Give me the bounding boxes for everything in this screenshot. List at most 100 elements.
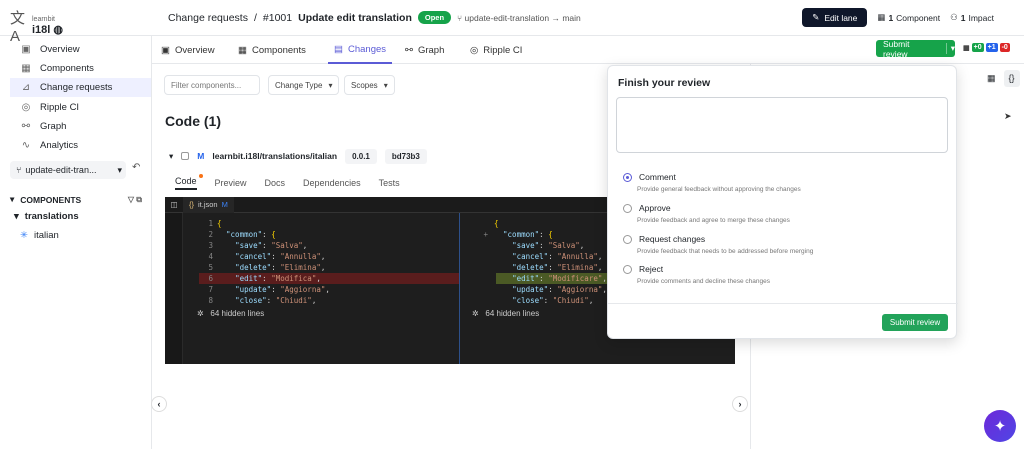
- review-comment-textarea[interactable]: [616, 97, 948, 153]
- tab-changes[interactable]: ▤ Changes: [328, 36, 393, 64]
- breadcrumb-sep: /: [253, 11, 257, 24]
- status-badge: Open: [417, 11, 452, 24]
- code-line: "update": "Aggiorna",: [235, 285, 330, 294]
- submit-review-dropdown[interactable]: Submit review ▾: [876, 39, 955, 59]
- subtab-dependencies[interactable]: Dependencies: [303, 178, 361, 188]
- line-number: 4: [208, 252, 213, 261]
- file-tab[interactable]: {} it.json M: [183, 197, 234, 213]
- sidebar-item-ripple-ci[interactable]: ◎ Ripple CI: [10, 98, 151, 117]
- changes-icon: ▤: [334, 43, 343, 55]
- chevron-down-icon: ▾: [14, 211, 19, 222]
- grid-view-icon[interactable]: ▦: [982, 70, 1001, 87]
- radio-approve[interactable]: [623, 203, 632, 213]
- component-icon: ✳: [20, 230, 28, 241]
- diff-added: +1: [985, 43, 998, 52]
- chevron-left-icon: ‹: [157, 399, 161, 409]
- top-bar: 文A learnbit i18l ◍ Change requests / #10…: [0, 0, 1024, 45]
- components-stat[interactable]: ▦ 1 Component: [877, 12, 940, 23]
- chevron-right-icon: ›: [738, 399, 742, 409]
- code-line: {: [217, 219, 222, 228]
- components-icon: ▦: [877, 12, 886, 22]
- line-number: 5: [208, 263, 213, 272]
- option-desc: Provide general feedback without approvi…: [637, 186, 801, 193]
- tab-overview[interactable]: ▣ Overview: [161, 36, 215, 64]
- review-option-approve[interactable]: Approve: [623, 203, 671, 213]
- overview-icon: ▣: [161, 44, 170, 56]
- sidebar-toggle-icon[interactable]: ◫: [165, 200, 183, 209]
- code-line: "update": "Aggiorna",: [512, 285, 607, 294]
- code-line-removed: "edit": "Modifica",: [235, 274, 321, 283]
- diff-files: +0: [971, 43, 984, 52]
- code-line: "common": {: [226, 230, 276, 239]
- sidebar-item-overview[interactable]: ▣ Overview: [10, 40, 151, 59]
- code-line: "save": "Salva",: [512, 241, 585, 250]
- editor-sidebar: [165, 213, 183, 364]
- chevron-down-icon: ▾: [945, 43, 955, 54]
- ai-assistant-button[interactable]: ✦: [984, 410, 1016, 442]
- tab-ripple-ci[interactable]: ◎ Ripple CI: [470, 36, 522, 64]
- sidebar-item-analytics[interactable]: ∿ Analytics: [10, 136, 151, 155]
- graph-icon: ⚯: [21, 121, 31, 132]
- lane-selector[interactable]: ⑂ update-edit-tran... ▾: [10, 161, 126, 179]
- code-line: {: [494, 219, 499, 228]
- review-option-reject[interactable]: Reject: [623, 264, 663, 274]
- review-option-comment[interactable]: Comment: [623, 172, 676, 182]
- submit-review-button[interactable]: Submit review: [882, 314, 948, 331]
- line-number: 7: [208, 285, 213, 294]
- tab-graph[interactable]: ⚯ Graph: [405, 36, 444, 64]
- undo-icon[interactable]: ↶: [132, 162, 140, 173]
- edit-lane-button[interactable]: ✎ Edit lane: [802, 8, 868, 27]
- scroll-left-button[interactable]: ‹: [151, 396, 167, 412]
- code-line: "cancel": "Annulla",: [235, 252, 326, 261]
- analytics-icon: ∿: [21, 140, 31, 151]
- radio-reject[interactable]: [623, 264, 632, 274]
- breadcrumb-root[interactable]: Change requests: [168, 12, 248, 24]
- chevron-down-icon: ▾: [117, 164, 122, 175]
- chevron-down-icon[interactable]: ▾: [165, 151, 173, 162]
- component-path[interactable]: learnbit.i18l/translations/italian: [212, 151, 337, 161]
- radio-request-changes[interactable]: [623, 234, 632, 244]
- subtab-code[interactable]: Code: [175, 174, 203, 190]
- app-name: i18l ◍: [32, 24, 64, 36]
- filter-components-input[interactable]: Filter components...: [164, 75, 260, 95]
- impact-stat[interactable]: ⚇ 1 Impact: [950, 12, 994, 23]
- line-number: 3: [208, 241, 213, 250]
- components-section-header[interactable]: ▾ COMPONENTS ▽ ⧉: [10, 194, 150, 205]
- code-view-icon[interactable]: {}: [1003, 70, 1020, 87]
- hidden-lines-expander[interactable]: ✲ 64 hidden lines: [197, 309, 264, 318]
- globe-icon: ◍: [53, 24, 64, 36]
- version-pill: 0.0.1: [345, 148, 377, 164]
- line-number: 6: [208, 274, 213, 283]
- ripple-icon: ◎: [21, 102, 31, 113]
- radio-comment[interactable]: [623, 172, 632, 182]
- overview-icon: ▣: [21, 44, 31, 55]
- sidebar-item-graph[interactable]: ⚯ Graph: [10, 117, 151, 136]
- tree-group[interactable]: ▾ translations: [14, 211, 79, 222]
- review-option-request-changes[interactable]: Request changes: [623, 234, 705, 244]
- component-checkbox[interactable]: [181, 152, 190, 160]
- tab-components[interactable]: ▦ Components: [238, 36, 306, 64]
- line-number: 8: [208, 296, 213, 305]
- scroll-right-button[interactable]: ›: [732, 396, 748, 412]
- code-line: "delete": "Elimina",: [235, 263, 326, 272]
- sidebar-item-change-requests[interactable]: ⊿ Change requests: [10, 78, 151, 97]
- line-number: 1: [208, 219, 213, 228]
- code-title: Code (1): [165, 113, 221, 129]
- components-icon: ▦: [238, 44, 247, 56]
- diff-icon: ▦: [963, 44, 970, 52]
- option-desc: Provide feedback that needs to be addres…: [637, 248, 814, 255]
- send-icon[interactable]: ➤: [1004, 111, 1012, 122]
- hidden-lines-expander[interactable]: ✲ 64 hidden lines: [472, 309, 539, 318]
- edit-icon: ✎: [812, 12, 820, 22]
- chevron-down-icon: ▾: [10, 194, 15, 204]
- change-type-select[interactable]: Change Type ▾: [268, 75, 340, 95]
- tree-item[interactable]: ✳ italian: [20, 230, 59, 241]
- code-line: "close": "Chiudi",: [512, 296, 594, 305]
- subtab-preview[interactable]: Preview: [215, 178, 247, 188]
- sidebar-item-components[interactable]: ▦ Components: [10, 59, 151, 78]
- top-actions: ✎ Edit lane ▦ 1 Component ⚇ 1 Impact: [802, 8, 994, 27]
- filter-icon[interactable]: ▽ ⧉: [128, 195, 142, 205]
- subtab-tests[interactable]: Tests: [379, 178, 400, 188]
- scopes-select[interactable]: Scopes ▾: [344, 75, 395, 95]
- subtab-docs[interactable]: Docs: [265, 178, 286, 188]
